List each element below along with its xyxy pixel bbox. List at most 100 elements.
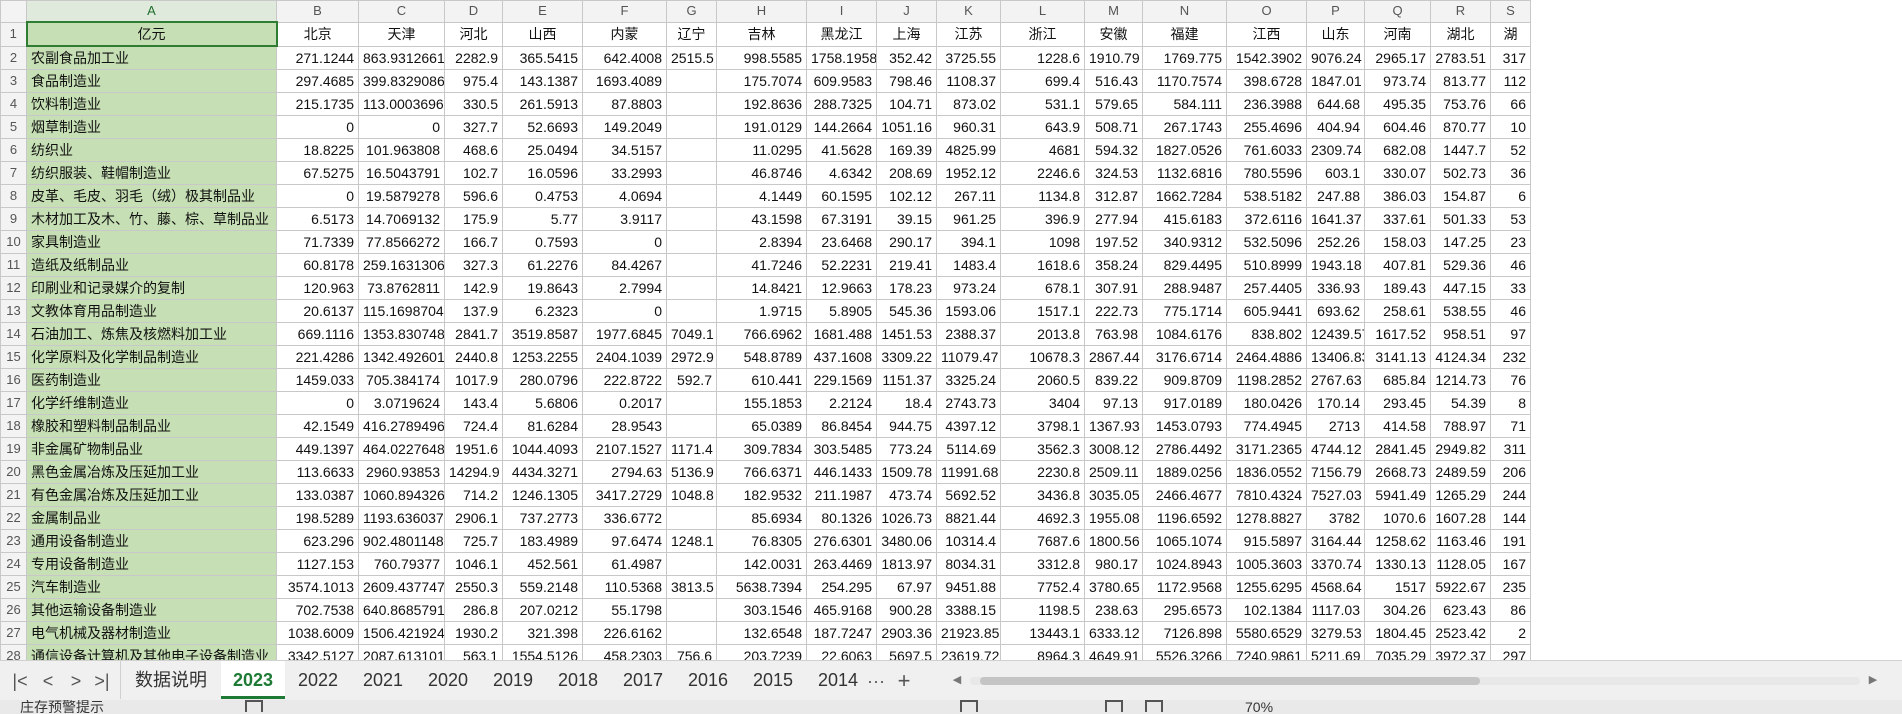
cell[interactable]: 143.4 [444, 391, 503, 415]
cell[interactable]: 3370.74 [1306, 552, 1365, 576]
cell[interactable]: 780.5596 [1226, 161, 1307, 185]
row-number[interactable]: 20 [0, 460, 27, 484]
cell[interactable]: 1758.1958 [806, 45, 877, 70]
cell[interactable]: 958.51 [1430, 322, 1491, 346]
sheet-tab[interactable]: 2020 [416, 661, 480, 699]
cell[interactable]: 2767.63 [1306, 368, 1365, 392]
cell[interactable]: 石油加工、炼焦及核燃料加工业 [26, 322, 277, 346]
cell[interactable]: 43.1598 [716, 207, 807, 231]
cell[interactable]: 1265.29 [1430, 483, 1491, 507]
cell[interactable]: 222.73 [1084, 299, 1143, 323]
cell[interactable]: 13443.1 [1000, 621, 1085, 645]
cell[interactable]: 1453.0793 [1142, 414, 1227, 438]
cell[interactable]: 1134.8 [1000, 184, 1085, 208]
cell[interactable]: 4744.12 [1306, 437, 1365, 461]
cell[interactable]: 1017.9 [444, 368, 503, 392]
select-all-corner[interactable] [0, 0, 27, 23]
cell[interactable]: 1117.03 [1306, 598, 1365, 622]
cell[interactable]: 149.2049 [582, 115, 667, 139]
cell[interactable]: 753.76 [1430, 92, 1491, 116]
cell[interactable]: 756.6 [666, 644, 717, 660]
cell[interactable]: 2.7994 [582, 276, 667, 300]
cell[interactable]: 73.8762811 [358, 276, 445, 300]
cell[interactable]: 61.4987 [582, 552, 667, 576]
column-header[interactable]: E [502, 0, 583, 23]
cell[interactable]: 307.91 [1084, 276, 1143, 300]
sheet-tab[interactable]: 2023 [221, 661, 285, 699]
sheet-tab[interactable]: 2015 [741, 661, 805, 699]
sheet-tab[interactable]: 2021 [351, 661, 415, 699]
cell[interactable]: 1278.8827 [1226, 506, 1307, 530]
cell[interactable]: 102.7 [444, 161, 503, 185]
cell[interactable]: 545.36 [876, 299, 937, 323]
cell[interactable]: 3388.15 [936, 598, 1001, 622]
cell[interactable]: 2841.45 [1364, 437, 1431, 461]
cell[interactable]: 144 [1490, 506, 1531, 530]
cell[interactable]: 766.6962 [716, 322, 807, 346]
cell[interactable]: 4397.12 [936, 414, 1001, 438]
cell[interactable]: 5.77 [502, 207, 583, 231]
cell[interactable]: 1517 [1364, 575, 1431, 599]
cell[interactable]: 336.93 [1306, 276, 1365, 300]
cell[interactable] [666, 253, 717, 277]
cell[interactable]: 16.5043791 [358, 161, 445, 185]
cell[interactable]: 1070.6 [1364, 506, 1431, 530]
row-number[interactable]: 22 [0, 506, 27, 530]
cell[interactable]: 112 [1490, 69, 1531, 93]
cell[interactable]: 文教体育用品制造业 [26, 299, 277, 323]
horizontal-scrollbar[interactable]: ◀ ▶ [950, 671, 1880, 689]
cell[interactable]: 46 [1490, 253, 1531, 277]
cell[interactable]: 2 [1490, 621, 1531, 645]
cell[interactable]: 木材加工及木、竹、藤、棕、草制品业 [26, 207, 277, 231]
cell[interactable]: 北京 [276, 21, 359, 47]
cell[interactable]: 960.31 [936, 115, 1001, 139]
cell[interactable] [666, 138, 717, 162]
cell[interactable]: 303.1546 [716, 598, 807, 622]
cell[interactable]: 175.9 [444, 207, 503, 231]
cell[interactable]: 699.4 [1000, 69, 1085, 93]
cell[interactable]: 2282.9 [444, 45, 503, 70]
cell[interactable]: 1127.153 [276, 552, 359, 576]
cell[interactable]: 其他运输设备制造业 [26, 598, 277, 622]
cell[interactable]: 辽宁 [666, 21, 717, 47]
cell[interactable]: 3.9117 [582, 207, 667, 231]
cell[interactable]: 303.5485 [806, 437, 877, 461]
cell[interactable]: 203.7239 [716, 644, 807, 660]
cell[interactable]: 584.111 [1142, 92, 1227, 116]
cell[interactable]: 2743.73 [936, 391, 1001, 415]
cell[interactable]: 1641.37 [1306, 207, 1365, 231]
cell[interactable]: 838.802 [1226, 322, 1307, 346]
cell[interactable]: 863.9312661 [358, 45, 445, 70]
sheet-tab[interactable]: 2022 [286, 661, 350, 699]
cell[interactable]: 汽车制造业 [26, 575, 277, 599]
row-number[interactable]: 23 [0, 529, 27, 553]
cell[interactable]: 1214.73 [1430, 368, 1491, 392]
cell[interactable]: 安徽 [1084, 21, 1143, 47]
cell[interactable]: 261.5913 [502, 92, 583, 116]
cell[interactable]: 271.1244 [276, 45, 359, 70]
cell[interactable]: 1170.7574 [1142, 69, 1227, 93]
cell[interactable]: 255.4696 [1226, 115, 1307, 139]
cell[interactable]: 33.2993 [582, 161, 667, 185]
cell[interactable]: 2523.42 [1430, 621, 1491, 645]
cell[interactable]: 386.03 [1364, 184, 1431, 208]
cell[interactable]: 2609.437747 [358, 575, 445, 599]
cell[interactable]: 416.2789496 [358, 414, 445, 438]
row-number[interactable]: 26 [0, 598, 27, 622]
cell[interactable]: 84.4267 [582, 253, 667, 277]
column-header[interactable]: I [806, 0, 877, 23]
cell[interactable]: 0 [276, 391, 359, 415]
cell[interactable]: 2794.63 [582, 460, 667, 484]
cell[interactable]: 365.5415 [502, 45, 583, 70]
column-header[interactable]: N [1142, 0, 1227, 23]
cell[interactable]: 170.14 [1306, 391, 1365, 415]
cell[interactable]: 5211.69 [1306, 644, 1365, 660]
cell[interactable]: 337.61 [1364, 207, 1431, 231]
cell[interactable] [666, 414, 717, 438]
cell[interactable]: 2949.82 [1430, 437, 1491, 461]
cell[interactable] [666, 184, 717, 208]
cell[interactable]: 358.24 [1084, 253, 1143, 277]
cell[interactable]: 1048.8 [666, 483, 717, 507]
cell[interactable]: 1607.28 [1430, 506, 1491, 530]
cell[interactable]: 327.3 [444, 253, 503, 277]
